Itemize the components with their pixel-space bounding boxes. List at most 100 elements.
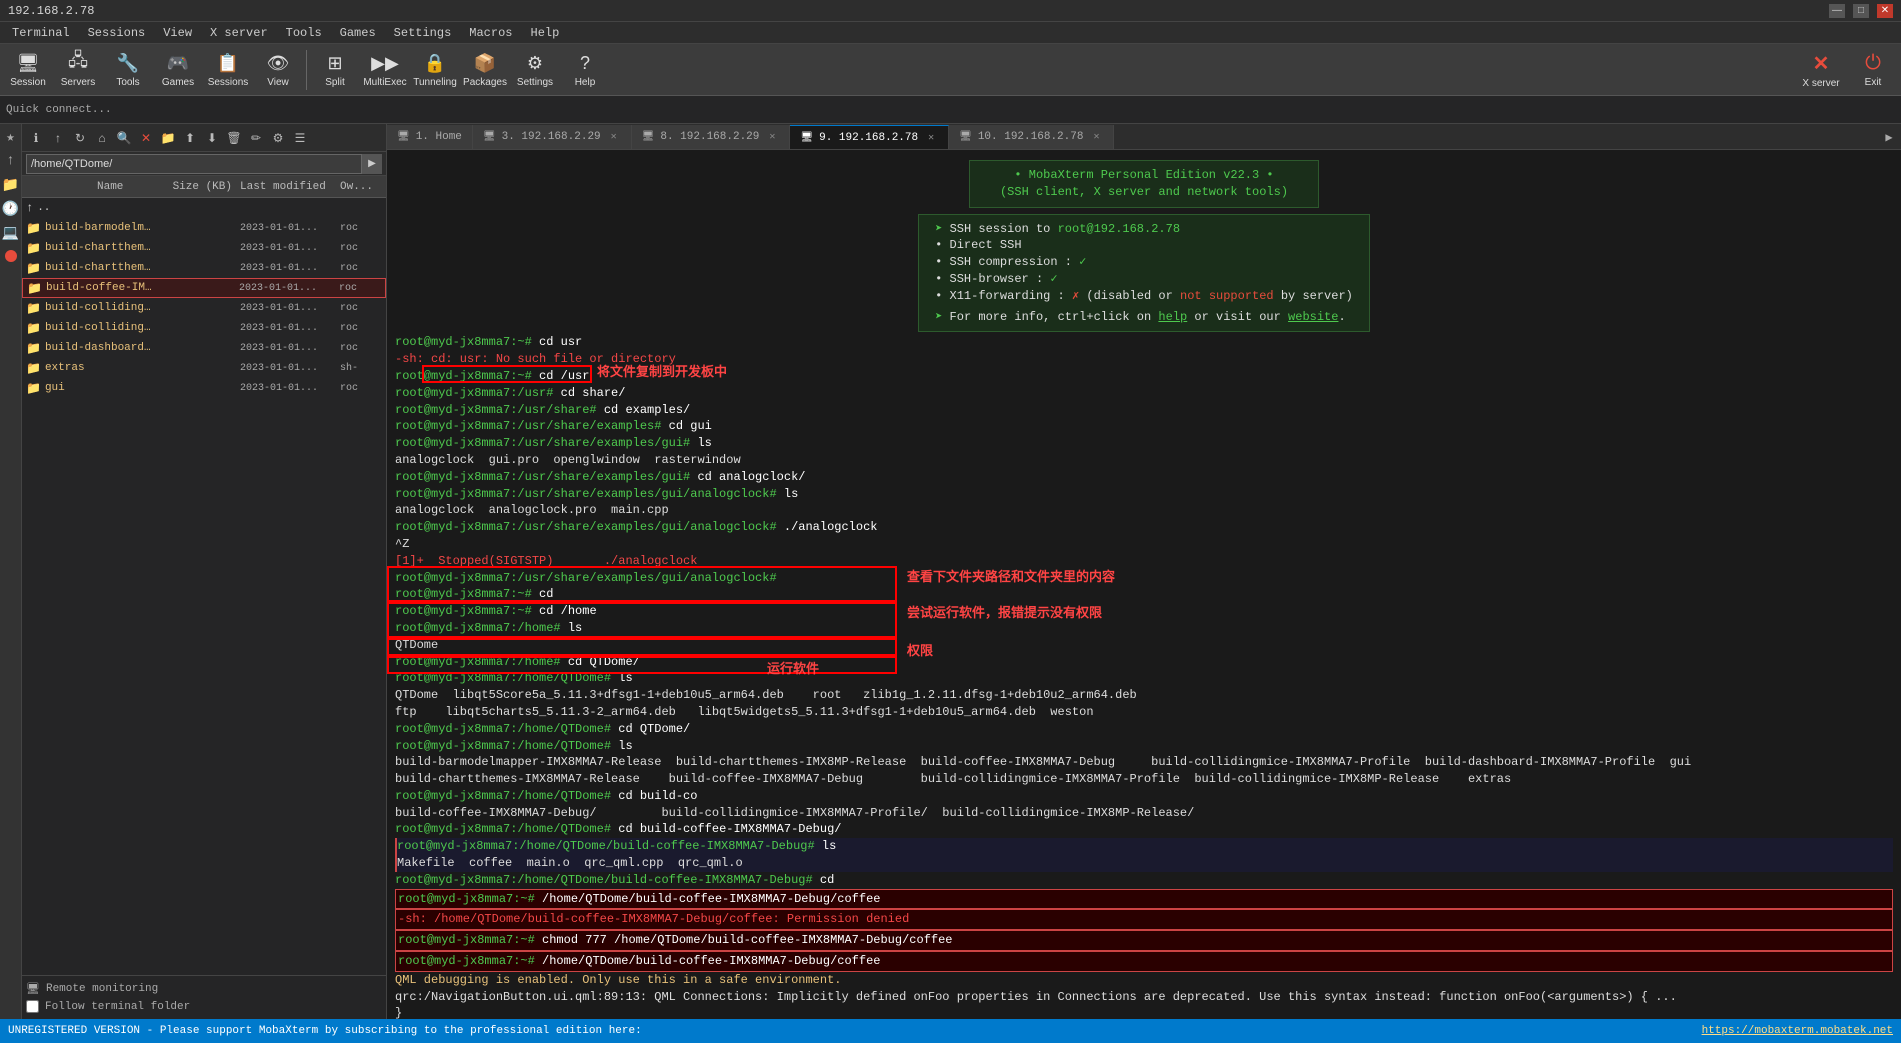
file-row[interactable]: 📁 gui 2023-01-01... roc	[22, 378, 386, 398]
toolbar-btn-session[interactable]: 🖥Session	[4, 47, 52, 93]
menu-item-x-server[interactable]: X server	[202, 24, 276, 42]
remote-monitoring-option[interactable]: 🖥 Remote monitoring	[26, 980, 382, 998]
remote-monitoring-icon: 🖥	[26, 982, 40, 996]
menu-item-view[interactable]: View	[155, 24, 200, 42]
terminal-line: root@myd-jx8mma7:~# cd usr	[395, 334, 1893, 351]
tab-ssh9[interactable]: 🖥 9. 192.168.2.78 ✕	[790, 125, 949, 149]
terminal-line: root@myd-jx8mma7:/home/QTDome# cd QTDome…	[395, 721, 1893, 738]
terminal-line: root@myd-jx8mma7:/home/QTDome/build-coff…	[395, 872, 1893, 889]
file-icon: 📁	[26, 361, 41, 376]
menu-item-tools[interactable]: Tools	[278, 24, 330, 42]
left-panel-toolbar: ℹ ↑ ↻ ⌂ 🔍 ✕ 📁 ⬆ ⬇ 🗑 ✏ ⚙ ☰	[22, 124, 386, 152]
terminal-line: ftp libqt5charts5_5.11.3-2_arm64.deb lib…	[395, 704, 1893, 721]
side-icon-folder[interactable]: 📁	[2, 176, 20, 194]
ssh-info-line6: ➤ For more info, ctrl+click on help or v…	[935, 309, 1353, 326]
toolbar-icon-tunneling: 🔒	[423, 51, 447, 75]
file-row[interactable]: 📁 build-collidingmice-IMX8MMA7-Profile 2…	[22, 298, 386, 318]
close-button[interactable]: ✕	[1877, 4, 1893, 18]
tab-label-ssh3: 3. 192.168.2.29	[502, 131, 601, 143]
menu-item-games[interactable]: Games	[332, 24, 384, 42]
status-bar-link[interactable]: https://mobaxterm.mobatek.net	[1702, 1025, 1893, 1037]
file-modified: 2023-01-01...	[236, 223, 336, 234]
file-row[interactable]: 📁 extras 2023-01-01... sh-	[22, 358, 386, 378]
menu-item-macros[interactable]: Macros	[461, 24, 520, 42]
side-icon-arrow[interactable]: ↑	[2, 152, 20, 170]
panel-btn-delete[interactable]: 🗑	[224, 128, 244, 148]
side-icon-star[interactable]: ★	[2, 128, 20, 146]
file-row[interactable]: 📁 build-collidingmice-IMX8MP-Release 202…	[22, 318, 386, 338]
toolbar-btn-tools[interactable]: 🔧Tools	[104, 47, 152, 93]
toolbar-separator	[306, 50, 307, 90]
follow-terminal-label: Follow terminal folder	[45, 1001, 190, 1013]
tab-scroll-right[interactable]: ▶	[1877, 125, 1901, 149]
tab-ssh8[interactable]: 🖥 8. 192.168.2.29 ✕	[632, 125, 791, 149]
toolbar-btn-split[interactable]: ⊞Split	[311, 47, 359, 93]
file-modified: 2023-01-01...	[236, 363, 336, 374]
toolbar-btn-games[interactable]: 🎮Games	[154, 47, 202, 93]
panel-btn-info[interactable]: ℹ	[26, 128, 46, 148]
terminal-line: root@myd-jx8mma7:/usr/share/examples/gui…	[395, 469, 1893, 486]
follow-terminal-option[interactable]: Follow terminal folder	[26, 998, 382, 1015]
welcome-line2: (SSH client, X server and network tools)	[1000, 184, 1288, 201]
file-owner: roc	[336, 263, 386, 274]
terminal-content[interactable]: • MobaXterm Personal Edition v22.3 • (SS…	[387, 150, 1901, 1019]
file-row[interactable]: 📁 build-coffee-IMX8MMA7-Debug 2023-01-01…	[22, 278, 386, 298]
panel-btn-arrow-up[interactable]: ↑	[48, 128, 68, 148]
tab-close-ssh10[interactable]: ✕	[1089, 130, 1103, 144]
panel-btn-download[interactable]: ⬇	[202, 128, 222, 148]
minimize-button[interactable]: —	[1829, 4, 1845, 18]
toolbar-btn-x-server[interactable]: ✕X server	[1797, 47, 1845, 93]
file-icon: 📁	[26, 321, 41, 336]
tab-close-ssh3[interactable]: ✕	[607, 130, 621, 144]
panel-btn-new-folder[interactable]: 📁	[158, 128, 178, 148]
panel-btn-home[interactable]: ⌂	[92, 128, 112, 148]
tab-close-ssh9[interactable]: ✕	[924, 131, 938, 145]
follow-terminal-checkbox[interactable]	[26, 1000, 39, 1013]
tab-ssh10[interactable]: 🖥 10. 192.168.2.78 ✕	[949, 125, 1114, 149]
toolbar-btn-sessions[interactable]: 📋Sessions	[204, 47, 252, 93]
file-name: build-chartthemes-IMX8MP-Release	[45, 262, 156, 274]
menu-item-settings[interactable]: Settings	[386, 24, 460, 42]
toolbar-btn-servers[interactable]: 🖧Servers	[54, 47, 102, 93]
panel-btn-search[interactable]: 🔍	[114, 128, 134, 148]
tab-close-ssh8[interactable]: ✕	[765, 130, 779, 144]
side-icon-computer[interactable]: 💻	[2, 224, 20, 242]
toolbar-btn-settings[interactable]: ⚙Settings	[511, 47, 559, 93]
panel-btn-refresh[interactable]: ↻	[70, 128, 90, 148]
terminal-line: build-coffee-IMX8MMA7-Debug/ build-colli…	[395, 805, 1893, 822]
terminal-line: build-chartthemes-IMX8MMA7-Release build…	[395, 771, 1893, 788]
file-icon: ↑	[26, 201, 33, 215]
menu-item-terminal[interactable]: Terminal	[4, 24, 78, 42]
toolbar-btn-tunneling[interactable]: 🔒Tunneling	[411, 47, 459, 93]
toolbar-btn-packages[interactable]: 📦Packages	[461, 47, 509, 93]
left-panel: ℹ ↑ ↻ ⌂ 🔍 ✕ 📁 ⬆ ⬇ 🗑 ✏ ⚙ ☰ ▶ Name Size (K…	[22, 124, 387, 1019]
panel-btn-rename[interactable]: ✏	[246, 128, 266, 148]
col-owner: Ow...	[336, 181, 386, 193]
toolbar-btn-exit[interactable]: ⏻Exit	[1849, 47, 1897, 93]
file-row[interactable]: 📁 build-dashboard-IMX8MMA7-Profile 2023-…	[22, 338, 386, 358]
file-name: build-chartthemes-IMX8MMA7-Release	[45, 242, 156, 254]
toolbar: 🖥Session🖧Servers🔧Tools🎮Games📋Sessions👁Vi…	[0, 44, 1901, 96]
file-name: gui	[45, 382, 156, 394]
panel-btn-menu[interactable]: ☰	[290, 128, 310, 148]
file-row[interactable]: ↑ ..	[22, 198, 386, 218]
toolbar-btn-multiexec[interactable]: ▶▶MultiExec	[361, 47, 409, 93]
tab-home[interactable]: 🖥 1. Home	[387, 125, 473, 149]
side-icon-clock[interactable]: 🕐	[2, 200, 20, 218]
toolbar-btn-view[interactable]: 👁View	[254, 47, 302, 93]
file-row[interactable]: 📁 build-chartthemes-IMX8MP-Release 2023-…	[22, 258, 386, 278]
path-input[interactable]	[26, 154, 362, 174]
tab-ssh3[interactable]: 🖥 3. 192.168.2.29 ✕	[473, 125, 632, 149]
file-row[interactable]: 📁 build-barmodelmapper-IMX8MMA7-Rele... …	[22, 218, 386, 238]
file-row[interactable]: 📁 build-chartthemes-IMX8MMA7-Release 202…	[22, 238, 386, 258]
panel-btn-stop[interactable]: ✕	[136, 128, 156, 148]
panel-btn-upload[interactable]: ⬆	[180, 128, 200, 148]
panel-btn-settings[interactable]: ⚙	[268, 128, 288, 148]
menu-item-help[interactable]: Help	[523, 24, 568, 42]
maximize-button[interactable]: □	[1853, 4, 1869, 18]
toolbar-btn-help[interactable]: ?Help	[561, 47, 609, 93]
remote-monitoring-label: Remote monitoring	[46, 983, 158, 995]
file-owner: roc	[336, 383, 386, 394]
menu-item-sessions[interactable]: Sessions	[80, 24, 154, 42]
path-go-button[interactable]: ▶	[362, 154, 382, 174]
